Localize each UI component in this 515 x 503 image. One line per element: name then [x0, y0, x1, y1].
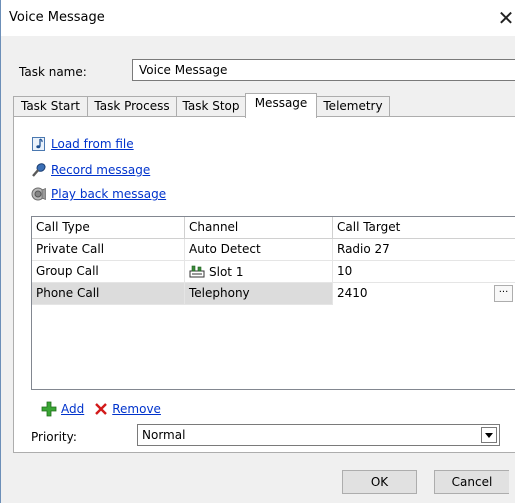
channel-cell: Slot 1: [185, 261, 333, 283]
remove-link[interactable]: Remove: [112, 402, 161, 416]
title-bar: Voice Message ✕: [1, 0, 515, 36]
play-back-message-row: Play back message: [31, 185, 166, 203]
priority-select[interactable]: Normal: [137, 424, 500, 446]
table-row[interactable]: Private Call Auto Detect Radio 27: [32, 239, 515, 261]
table-row[interactable]: Group Call Slot 1 10: [32, 261, 515, 283]
channel-label: Slot 1: [209, 264, 244, 279]
grid-header: Call Type Channel Call Target: [32, 217, 515, 239]
list-actions: Add Remove: [41, 400, 171, 418]
close-icon[interactable]: ✕: [496, 4, 515, 32]
ok-button[interactable]: OK: [342, 470, 417, 494]
chevron-down-icon[interactable]: [481, 427, 497, 443]
radio-slot-icon: [189, 265, 205, 278]
play-back-message-link[interactable]: Play back message: [51, 187, 166, 201]
task-name-input[interactable]: [132, 59, 515, 81]
record-message-row: Record message: [31, 161, 150, 179]
add-plus-icon: [41, 401, 57, 417]
tab-task-start[interactable]: Task Start: [13, 96, 88, 117]
call-target-cell[interactable]: Radio 27: [333, 239, 515, 261]
table-row-selected[interactable]: Phone Call Telephony 2410 ···: [32, 283, 515, 305]
voice-message-dialog: Voice Message ✕ Task name: Task Start Ta…: [0, 0, 515, 503]
column-header-call-target[interactable]: Call Target: [333, 217, 515, 239]
channel-cell: Auto Detect: [185, 239, 333, 261]
tab-telemetry[interactable]: Telemetry: [316, 96, 390, 117]
tab-message[interactable]: Message: [245, 93, 317, 118]
tab-task-process[interactable]: Task Process: [87, 96, 177, 117]
load-from-file-link[interactable]: Load from file: [51, 137, 134, 151]
window-title: Voice Message: [9, 10, 105, 25]
speaker-icon: [31, 187, 46, 201]
call-target-cell[interactable]: 10: [333, 261, 515, 283]
column-header-channel[interactable]: Channel: [185, 217, 333, 239]
browse-ellipsis-button[interactable]: ···: [494, 285, 513, 302]
call-type-cell: Private Call: [32, 239, 185, 261]
call-type-cell: Group Call: [32, 261, 185, 283]
call-target-grid: Call Type Channel Call Target Private Ca…: [31, 216, 515, 390]
call-target-value[interactable]: 2410: [337, 286, 368, 300]
task-name-label: Task name:: [19, 65, 87, 79]
tab-task-stop[interactable]: Task Stop: [176, 96, 246, 117]
cancel-button[interactable]: Cancel: [434, 470, 509, 494]
music-note-file-icon: [32, 137, 45, 151]
microphone-icon: [32, 163, 46, 177]
load-from-file-row: Load from file: [31, 135, 134, 153]
call-target-cell[interactable]: 2410 ···: [333, 283, 515, 305]
remove-x-icon: [95, 403, 108, 415]
call-type-cell: Phone Call: [32, 283, 185, 305]
priority-label: Priority:: [31, 430, 77, 444]
add-link[interactable]: Add: [61, 402, 84, 416]
column-header-call-type[interactable]: Call Type: [32, 217, 185, 239]
priority-value: Normal: [142, 428, 186, 442]
record-message-link[interactable]: Record message: [51, 163, 150, 177]
channel-cell: Telephony: [185, 283, 333, 305]
